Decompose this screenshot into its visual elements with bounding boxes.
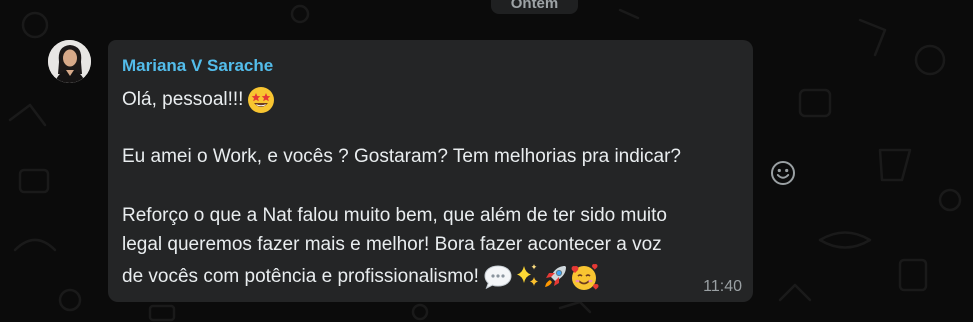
star-struck-emoji-icon [248,87,275,113]
sender-name[interactable]: Mariana V Sarache [122,56,273,76]
avatar-photo [48,40,91,83]
message-line-question: Eu amei o Work, e vocês ? Gostaram? Tem … [122,146,681,167]
message-line-body-3: de vocês com potência e profissionalismo… [122,262,599,292]
sparkles-emoji-icon [516,264,538,286]
smiling-face-with-hearts-emoji-icon [571,264,599,290]
message-line-body-2: legal queremos fazer mais e melhor! Bora… [122,234,662,255]
message-line-body-1: Reforço o que a Nat falou muito bem, que… [122,205,667,226]
message-bubble[interactable]: Mariana V Sarache Olá, pessoal!!! Eu ame… [108,40,753,302]
smiley-icon [771,161,795,185]
message-timestamp: 11:40 [703,278,742,295]
rocket-emoji-icon [544,266,566,287]
date-divider: Ontem [491,0,578,14]
sender-avatar[interactable] [48,40,91,83]
message-line-greeting: Olá, pessoal!!! [122,86,275,114]
react-button[interactable] [769,159,797,187]
body3-text: de vocês com potência e profissionalismo… [122,266,479,287]
greeting-text: Olá, pessoal!!! [122,89,244,110]
speech-balloon-emoji-icon [484,265,512,290]
